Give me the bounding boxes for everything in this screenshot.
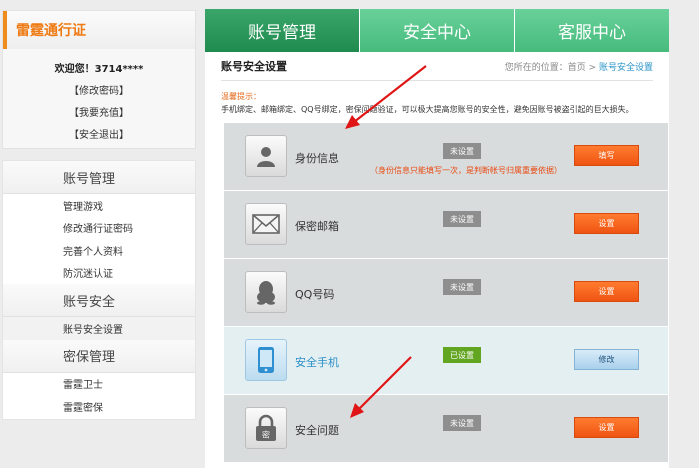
status-badge-email: 未设置 — [443, 211, 481, 227]
phone-icon — [245, 339, 287, 381]
sidebar-item-secure-key[interactable]: 雷霆密保 — [3, 395, 195, 418]
row-label-qq: QQ号码 — [295, 288, 335, 301]
row-label-phone: 安全手机 — [295, 356, 339, 369]
status-badge-identity: 未设置 — [443, 143, 481, 159]
mail-icon — [245, 203, 287, 245]
row-phone: 安全手机 已设置 修改 — [224, 327, 668, 395]
row-label-security-question: 安全问题 — [295, 424, 339, 437]
passport-header: 雷霆通行证 — [3, 11, 195, 49]
identity-note: （身份信息只能填写一次，是判断帐号归属重要依据） — [370, 166, 562, 175]
sidebar-item-guard[interactable]: 雷霆卫士 — [3, 373, 195, 396]
set-qq-button[interactable]: 设置 — [574, 281, 639, 302]
person-icon — [245, 135, 287, 177]
sidebar-menu: 账号管理 管理游戏 修改通行证密码 完善个人资料 防沉迷认证 账号安全 账号安全… — [2, 160, 196, 420]
change-password-link[interactable]: 【修改密码】 — [3, 82, 195, 97]
sidebar-item-security-settings[interactable]: 账号安全设置 — [3, 317, 195, 340]
welcome-text: 欢迎您！3714**** — [54, 64, 144, 75]
menu-section-security[interactable]: 账号安全 — [3, 284, 195, 317]
breadcrumb-prefix[interactable]: 您所在的位置：首页 > — [505, 63, 596, 73]
status-badge-qq: 未设置 — [443, 279, 481, 295]
sidebar-item-anti-addiction[interactable]: 防沉迷认证 — [3, 262, 195, 285]
tip-box: 温馨提示： 手机绑定、邮箱绑定、QQ号绑定，密保问题验证，可以极大提高您账号的安… — [221, 91, 653, 115]
logout-link[interactable]: 【安全退出】 — [3, 126, 195, 141]
row-label-identity: 身份信息 — [295, 152, 339, 165]
left-panel: 雷霆通行证 欢迎您！3714**** 【修改密码】 【我要充值】 【安全退出】 … — [0, 0, 197, 468]
row-identity: 身份信息 未设置 （身份信息只能填写一次，是判断帐号归属重要依据） 填写 — [224, 123, 668, 191]
sidebar-item-profile[interactable]: 完善个人资料 — [3, 239, 195, 262]
tip-label: 温馨提示： — [221, 92, 261, 101]
padlock-icon: 密 — [245, 407, 287, 449]
page-title: 账号安全设置 — [221, 60, 287, 73]
tab-account-management[interactable]: 账号管理 — [205, 9, 360, 52]
row-label-email: 保密邮箱 — [295, 220, 339, 233]
tip-text: 手机绑定、邮箱绑定、QQ号绑定，密保问题验证，可以极大提高您账号的安全性，避免因… — [221, 105, 634, 114]
row-security-question: 密 安全问题 未设置 设置 — [224, 395, 668, 463]
status-badge-security-question: 未设置 — [443, 415, 481, 431]
set-security-question-button[interactable]: 设置 — [574, 417, 639, 438]
modify-phone-button[interactable]: 修改 — [574, 349, 639, 370]
page-titlebar: 账号安全设置 您所在的位置：首页 > 账号安全设置 — [221, 52, 653, 81]
row-email: 保密邮箱 未设置 设置 — [224, 191, 668, 259]
main-panel: 账号管理 安全中心 客服中心 账号安全设置 您所在的位置：首页 > 账号安全设置… — [205, 9, 669, 468]
breadcrumb: 您所在的位置：首页 > 账号安全设置 — [505, 60, 653, 73]
status-badge-phone: 已设置 — [443, 347, 481, 363]
sidebar-item-manage-games[interactable]: 管理游戏 — [3, 194, 195, 217]
security-list: 身份信息 未设置 （身份信息只能填写一次，是判断帐号归属重要依据） 填写 保密邮… — [224, 123, 668, 463]
set-email-button[interactable]: 设置 — [574, 213, 639, 234]
tab-security-center[interactable]: 安全中心 — [360, 9, 515, 52]
recharge-link[interactable]: 【我要充值】 — [3, 104, 195, 119]
passport-panel: 雷霆通行证 欢迎您！3714**** 【修改密码】 【我要充值】 【安全退出】 — [2, 10, 196, 149]
sidebar-item-change-password[interactable]: 修改通行证密码 — [3, 217, 195, 240]
fill-identity-button[interactable]: 填写 — [574, 145, 639, 166]
menu-section-protection[interactable]: 密保管理 — [3, 339, 195, 373]
top-tabs: 账号管理 安全中心 客服中心 — [205, 9, 669, 52]
padlock-text: 密 — [262, 430, 270, 440]
tab-customer-service[interactable]: 客服中心 — [515, 9, 669, 52]
passport-title: 雷霆通行证 — [16, 23, 86, 39]
row-qq: QQ号码 未设置 设置 — [224, 259, 668, 327]
breadcrumb-current: 账号安全设置 — [598, 62, 653, 73]
qq-penguin-icon — [245, 271, 287, 313]
menu-section-account[interactable]: 账号管理 — [3, 161, 195, 194]
